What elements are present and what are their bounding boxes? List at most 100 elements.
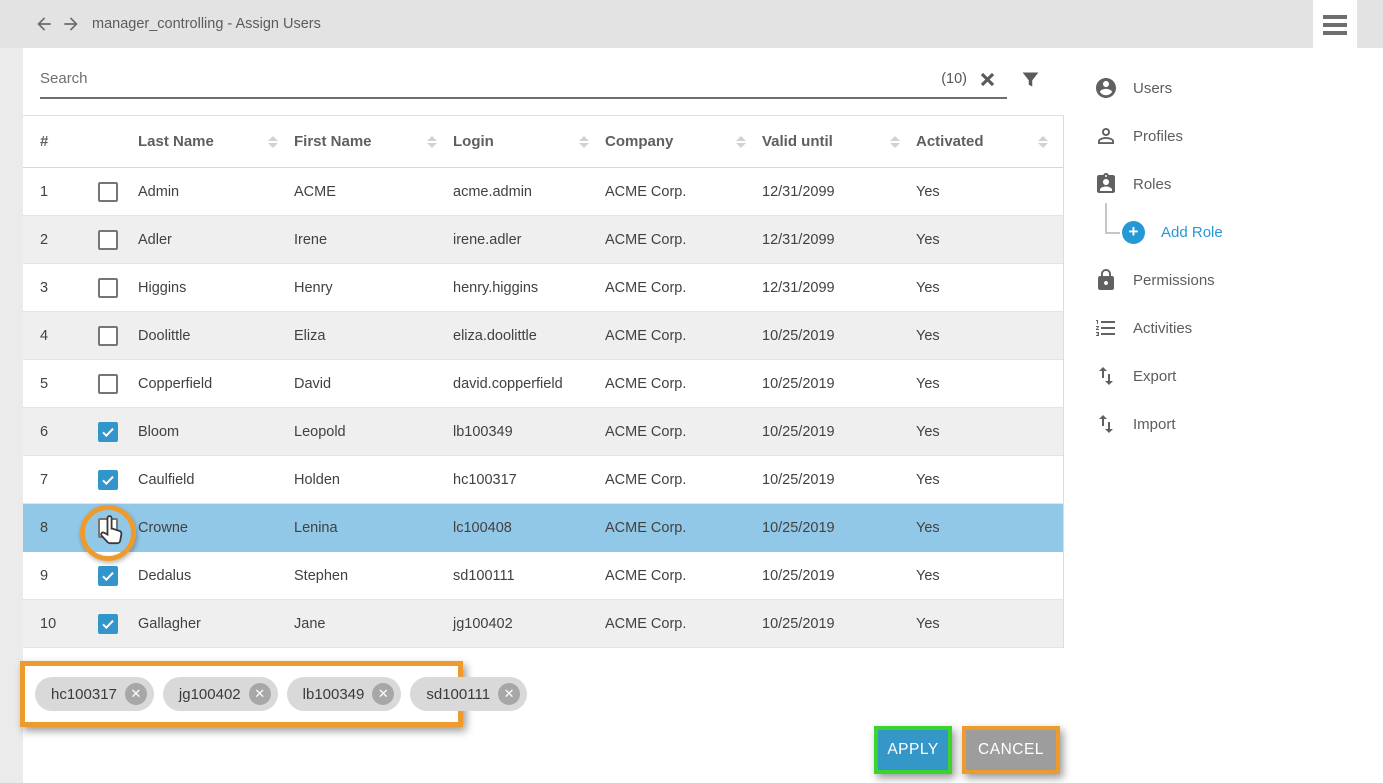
row-checkbox[interactable] bbox=[98, 278, 118, 298]
table-row[interactable]: 1AdminACMEacme.adminACME Corp.12/31/2099… bbox=[23, 168, 1063, 216]
row-checkbox-checked[interactable] bbox=[98, 422, 118, 442]
company-cell: ACME Corp. bbox=[605, 568, 762, 584]
row-checkbox[interactable] bbox=[98, 518, 118, 538]
table-row[interactable]: 6BloomLeopoldlb100349ACME Corp.10/25/201… bbox=[23, 408, 1063, 456]
row-checkbox-checked[interactable] bbox=[98, 614, 118, 634]
sidebar-item-permissions[interactable]: Permissions bbox=[1094, 268, 1215, 292]
column-header-activated[interactable]: Activated bbox=[916, 133, 1064, 150]
table-row[interactable]: 8CrowneLeninalc100408ACME Corp.10/25/201… bbox=[23, 504, 1063, 552]
row-checkbox-checked[interactable] bbox=[98, 566, 118, 586]
sidebar-item-label: Profiles bbox=[1133, 128, 1183, 145]
column-header-last-name[interactable]: Last Name bbox=[138, 133, 294, 150]
table-row[interactable]: 3HigginsHenryhenry.higginsACME Corp.12/3… bbox=[23, 264, 1063, 312]
column-label: # bbox=[40, 133, 48, 150]
row-checkbox[interactable] bbox=[98, 182, 118, 202]
column-label: Login bbox=[453, 133, 494, 150]
last-name-cell: Doolittle bbox=[138, 328, 294, 344]
cancel-button[interactable]: CANCEL bbox=[966, 730, 1056, 770]
chip-label: hc100317 bbox=[51, 686, 117, 703]
sidebar-item-activities[interactable]: Activities bbox=[1094, 316, 1192, 340]
row-checkbox[interactable] bbox=[98, 374, 118, 394]
column-header-first-name[interactable]: First Name bbox=[294, 133, 453, 150]
add-plus-icon: + bbox=[1122, 221, 1145, 244]
sidebar-item-profiles[interactable]: Profiles bbox=[1094, 124, 1183, 148]
row-number: 8 bbox=[23, 520, 98, 536]
login-chip: sd100111✕ bbox=[410, 677, 527, 711]
chip-remove-icon[interactable]: ✕ bbox=[249, 683, 271, 705]
result-count: (10) bbox=[921, 71, 967, 87]
activated-cell: Yes bbox=[916, 232, 1064, 248]
sort-arrows-icon[interactable] bbox=[890, 136, 900, 148]
login-cell: irene.adler bbox=[453, 232, 605, 248]
filter-icon[interactable] bbox=[1020, 69, 1041, 90]
table-header-row: # Last NameFirst NameLogin Company Valid un… bbox=[23, 116, 1063, 168]
add-role-label: Add Role bbox=[1161, 224, 1223, 241]
sort-arrows-icon[interactable] bbox=[427, 136, 437, 148]
top-bar: manager_controlling - Assign Users bbox=[0, 0, 1383, 48]
sort-arrows-icon[interactable] bbox=[579, 136, 589, 148]
first-name-cell: Stephen bbox=[294, 568, 453, 584]
row-checkbox[interactable] bbox=[98, 230, 118, 250]
valid-until-cell: 10/25/2019 bbox=[762, 616, 916, 632]
back-arrow-icon[interactable] bbox=[34, 14, 54, 34]
activated-cell: Yes bbox=[916, 184, 1064, 200]
column-header-company[interactable]: Company bbox=[605, 133, 762, 150]
row-number: 5 bbox=[23, 376, 98, 392]
chip-remove-icon[interactable]: ✕ bbox=[372, 683, 394, 705]
row-number: 1 bbox=[23, 184, 98, 200]
activated-cell: Yes bbox=[916, 424, 1064, 440]
forward-arrow-icon[interactable] bbox=[61, 14, 81, 34]
row-checkbox-checked[interactable] bbox=[98, 470, 118, 490]
users-table: # Last NameFirst NameLogin Company Valid un… bbox=[23, 115, 1064, 648]
last-name-cell: Gallagher bbox=[138, 616, 294, 632]
column-label: Company bbox=[605, 133, 673, 150]
company-cell: ACME Corp. bbox=[605, 184, 762, 200]
table-row[interactable]: 2AdlerIreneirene.adlerACME Corp.12/31/20… bbox=[23, 216, 1063, 264]
import-export-icon bbox=[1094, 412, 1118, 436]
login-cell: david.copperfield bbox=[453, 376, 605, 392]
row-number: 6 bbox=[23, 424, 98, 440]
sidebar-item-add-role[interactable]: + Add Role bbox=[1122, 221, 1223, 244]
last-name-cell: Dedalus bbox=[138, 568, 294, 584]
sidebar-item-label: Import bbox=[1133, 416, 1176, 433]
first-name-cell: Eliza bbox=[294, 328, 453, 344]
login-chip: hc100317 ✕ bbox=[35, 677, 154, 711]
sort-arrows-icon[interactable] bbox=[736, 136, 746, 148]
column-header-valid-until[interactable]: Valid until bbox=[762, 133, 916, 150]
apply-button[interactable]: APPLY bbox=[878, 730, 948, 770]
sidebar-item-users[interactable]: Users bbox=[1094, 76, 1172, 100]
sort-arrows-icon[interactable] bbox=[268, 136, 278, 148]
company-cell: ACME Corp. bbox=[605, 472, 762, 488]
row-checkbox[interactable] bbox=[98, 326, 118, 346]
sidebar-item-export[interactable]: Export bbox=[1094, 364, 1176, 388]
valid-until-cell: 10/25/2019 bbox=[762, 520, 916, 536]
first-name-cell: Lenina bbox=[294, 520, 453, 536]
table-row[interactable]: 7CaulfieldHoldenhc100317ACME Corp.10/25/… bbox=[23, 456, 1063, 504]
sidebar-item-roles[interactable]: Roles bbox=[1094, 172, 1171, 196]
column-header-login[interactable]: Login bbox=[453, 133, 605, 150]
hamburger-menu-icon[interactable] bbox=[1313, 0, 1357, 49]
login-cell: jg100402 bbox=[453, 616, 605, 632]
apply-button-highlight: APPLY bbox=[874, 726, 952, 774]
table-row[interactable]: 4DoolittleElizaeliza.doolittleACME Corp.… bbox=[23, 312, 1063, 360]
last-name-cell: Copperfield bbox=[138, 376, 294, 392]
table-body: 1AdminACMEacme.adminACME Corp.12/31/2099… bbox=[23, 168, 1063, 648]
table-row[interactable]: 9DedalusStephensd100111ACME Corp.10/25/2… bbox=[23, 552, 1063, 600]
company-cell: ACME Corp. bbox=[605, 616, 762, 632]
chip-remove-icon[interactable]: ✕ bbox=[498, 683, 520, 705]
search-input[interactable]: Search bbox=[40, 70, 88, 87]
sidebar-item-import[interactable]: Import bbox=[1094, 412, 1176, 436]
chip-remove-icon[interactable]: ✕ bbox=[125, 683, 147, 705]
valid-until-cell: 10/25/2019 bbox=[762, 328, 916, 344]
last-name-cell: Crowne bbox=[138, 520, 294, 536]
last-name-cell: Admin bbox=[138, 184, 294, 200]
last-name-cell: Adler bbox=[138, 232, 294, 248]
clear-search-icon[interactable] bbox=[978, 70, 997, 89]
valid-until-cell: 10/25/2019 bbox=[762, 424, 916, 440]
search-underline bbox=[40, 97, 1007, 99]
table-row[interactable]: 10GallagherJanejg100402ACME Corp.10/25/2… bbox=[23, 600, 1063, 648]
activated-cell: Yes bbox=[916, 472, 1064, 488]
table-row[interactable]: 5CopperfieldDaviddavid.copperfieldACME C… bbox=[23, 360, 1063, 408]
sort-arrows-icon[interactable] bbox=[1038, 136, 1048, 148]
row-number: 3 bbox=[23, 280, 98, 296]
